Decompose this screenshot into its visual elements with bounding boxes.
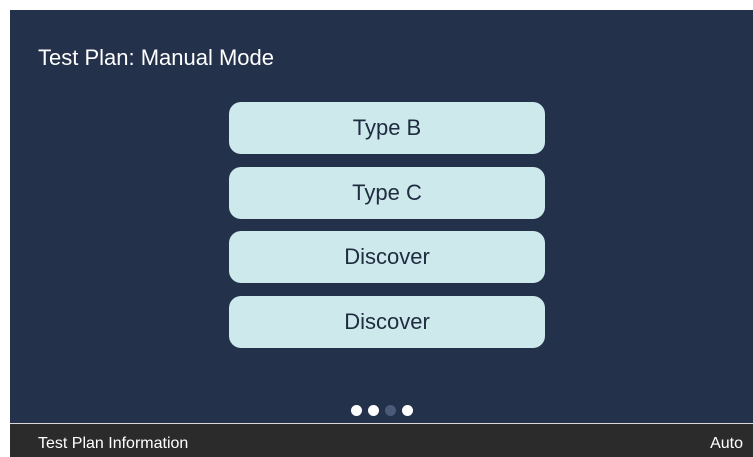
discover-button-1-label: Discover — [344, 244, 430, 269]
discover-button-2-label: Discover — [344, 308, 430, 334]
page-dot-4[interactable] — [401, 404, 413, 416]
mode-status-label: Auto — [710, 435, 743, 452]
type-c-button[interactable]: Type C — [229, 166, 545, 219]
test-plan-information-label: Test Plan Information — [38, 435, 189, 452]
type-b-button-label: Type B — [352, 115, 422, 140]
page-title: Test Plan: Manual Mode — [38, 45, 275, 70]
page-dot-3[interactable] — [384, 404, 396, 416]
page-indicator — [10, 404, 753, 416]
menu-list: Type B Type C Discover Discover — [229, 102, 545, 360]
page-dot-2[interactable] — [367, 404, 379, 416]
footer-bar: Test Plan Information Auto — [10, 423, 753, 457]
page-dot-1[interactable] — [350, 404, 362, 416]
discover-button-1[interactable]: Discover — [229, 231, 545, 283]
discover-button-2[interactable]: Discover — [229, 295, 545, 348]
type-b-button[interactable]: Type B — [229, 102, 545, 154]
device-screen: Test Plan: Manual Mode Type B Type C Dis… — [10, 10, 753, 457]
type-c-button-label: Type C — [352, 179, 422, 205]
